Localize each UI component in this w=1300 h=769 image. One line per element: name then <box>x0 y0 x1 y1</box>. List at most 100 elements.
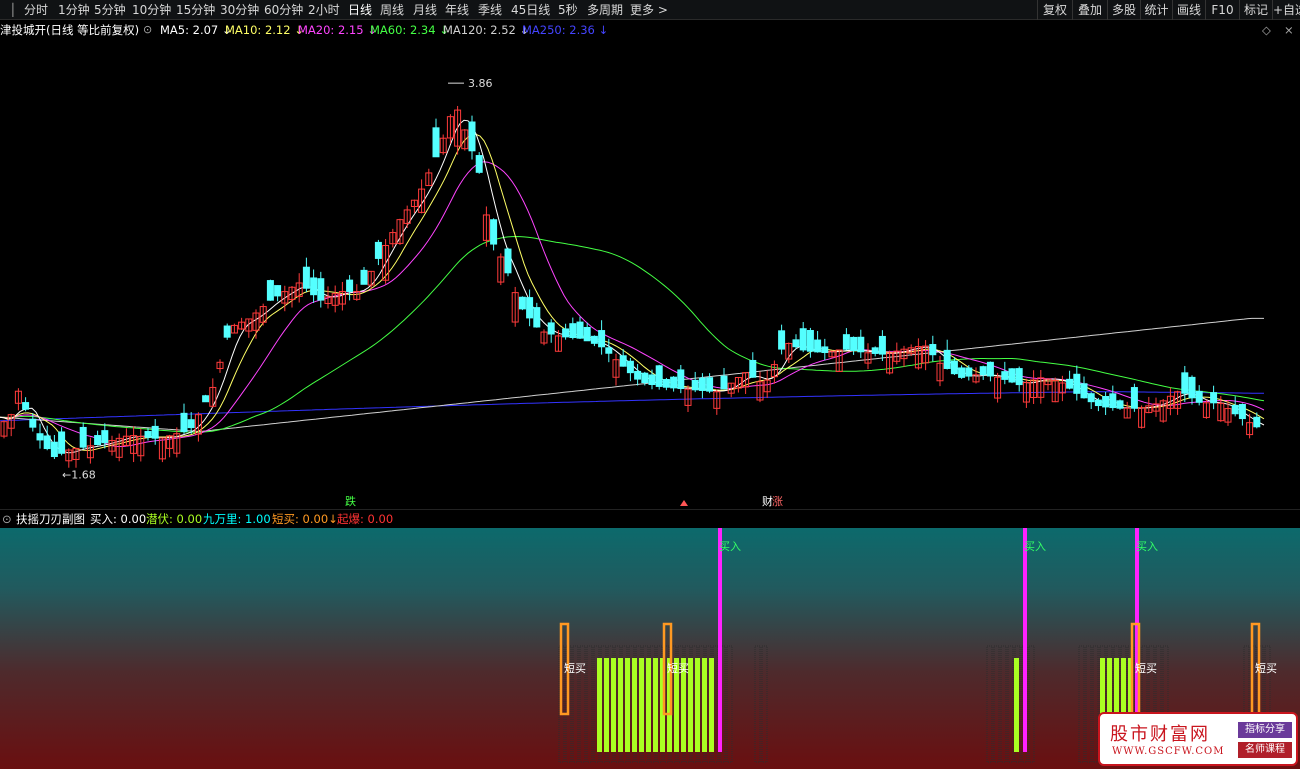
candle-down <box>547 322 555 335</box>
period-tab-9[interactable]: 周线 <box>380 2 404 18</box>
indicator-value: 潜伏: 0.00 <box>146 512 203 526</box>
toolbar-button-4[interactable]: 画线 <box>1172 0 1205 20</box>
indicator-value: 起爆: 0.00 <box>337 512 394 526</box>
candle-down <box>878 335 886 355</box>
period-tab-6[interactable]: 60分钟 <box>264 2 303 18</box>
ma-legend-item: MA60: 2.34 ↓ <box>370 23 449 37</box>
signal-dotted-bar <box>586 645 593 763</box>
candle-down <box>223 325 231 338</box>
candle-down <box>310 277 318 296</box>
buy-signal-line <box>1023 528 1027 752</box>
buy-signal-label: 买入 <box>1136 540 1158 553</box>
candle-down <box>821 346 829 354</box>
period-tab-10[interactable]: 月线 <box>413 2 437 18</box>
collapse-icon[interactable]: ⊙ <box>143 21 152 39</box>
candle-down <box>562 328 570 338</box>
toolbar-handle-icon: ▕ <box>4 3 14 17</box>
candle-down <box>576 321 584 339</box>
ma-legend-item: MA5: 2.07 ↓ <box>160 23 232 37</box>
candle-down <box>720 375 728 390</box>
period-tab-8[interactable]: 日线 <box>348 2 372 18</box>
candle-down <box>187 419 195 429</box>
candle-down <box>698 377 706 391</box>
indicator-value: 买入: 0.00 <box>90 512 147 526</box>
toolbar-button-6[interactable]: 标记 <box>1239 0 1272 20</box>
candle-down <box>1008 368 1016 383</box>
latent-bar <box>597 658 602 752</box>
candle-down <box>1188 376 1196 399</box>
period-tab-15[interactable]: 多周期 <box>587 2 623 18</box>
candle-down <box>850 336 858 351</box>
ma250-line <box>0 391 1265 422</box>
buy-signal-label: 买入 <box>1024 540 1046 553</box>
close-icon[interactable]: × <box>1284 21 1294 39</box>
toolbar-button-1[interactable]: 叠加 <box>1072 0 1107 20</box>
period-tab-11[interactable]: 年线 <box>445 2 469 18</box>
candle-down <box>979 366 987 376</box>
indicator-header: ⊙ 扶摇刀刃副图 买入: 0.00 潜伏: 0.00 九万里: 1.00 短买: 0.… <box>0 509 1300 528</box>
period-tab-7[interactable]: 2小时 <box>308 2 340 18</box>
marker-fall: 跌 <box>345 494 356 508</box>
period-tab-0[interactable]: 分时 <box>24 2 48 18</box>
candle-down <box>468 121 476 152</box>
period-tab-16[interactable]: 更多 > <box>630 2 668 18</box>
candle-down <box>151 425 159 439</box>
period-tab-13[interactable]: 45日线 <box>511 2 550 18</box>
stock-title: 津投城开(日线 等比前复权) <box>0 23 140 37</box>
candle-down <box>1015 368 1023 386</box>
ma-legend-item: MA120: 2.52 ↓ <box>443 23 530 37</box>
candle-down <box>569 323 577 339</box>
candle-down <box>274 285 282 297</box>
candle-down <box>986 361 994 377</box>
toolbar-button-3[interactable]: 统计 <box>1140 0 1172 20</box>
candle-down <box>792 339 800 348</box>
indicator-value: 九万里: 1.00 <box>203 512 271 526</box>
period-tab-5[interactable]: 30分钟 <box>220 2 259 18</box>
candle-down <box>943 349 951 369</box>
marker-rise: 涨 <box>772 495 783 508</box>
period-toolbar: 分时 1分钟 5分钟 10分钟 15分钟 30分钟 60分钟 2小时 日线 周线 月线 年线 季线 45日… <box>0 0 1300 20</box>
period-tab-12[interactable]: 季线 <box>478 2 502 18</box>
candle-down <box>1116 400 1124 409</box>
candle-down <box>1001 371 1009 380</box>
short-buy-label: 短买 <box>564 661 586 675</box>
indicator-collapse-icon[interactable]: ⊙ <box>2 510 12 529</box>
candle-down <box>374 241 382 259</box>
signal-dotted-bar <box>726 645 733 763</box>
candle-down <box>626 360 634 374</box>
latent-bar <box>604 658 609 752</box>
candle-down <box>360 269 368 285</box>
period-tab-1[interactable]: 1分钟 <box>58 2 90 18</box>
ma-legend-item: MA20: 2.15 ↓ <box>298 23 377 37</box>
marker-triangle-icon <box>680 500 688 506</box>
short-buy-label: 短买 <box>1255 661 1277 675</box>
toolbar-button-0[interactable]: 复权 <box>1037 0 1072 20</box>
period-tab-3[interactable]: 10分钟 <box>132 2 171 18</box>
toolbar-button-5[interactable]: F10 <box>1205 0 1239 20</box>
latent-bar <box>646 658 651 752</box>
ma-legend-item: MA250: 2.36 ↓ <box>522 23 609 37</box>
candle-down <box>43 435 51 450</box>
candle-down <box>648 374 656 385</box>
candle-down <box>29 418 37 428</box>
candle-down <box>662 379 670 388</box>
signal-dotted-bar <box>986 645 993 763</box>
candlestick-chart[interactable]: 3.86←1.68跌财涨 <box>0 38 1300 509</box>
toolbar-button-7[interactable]: +自选 <box>1272 0 1300 20</box>
candle-down <box>806 329 814 352</box>
toolbar-button-2[interactable]: 多股 <box>1107 0 1140 20</box>
period-tab-4[interactable]: 15分钟 <box>176 2 215 18</box>
candle-down <box>101 430 109 444</box>
latent-bar <box>1014 658 1019 752</box>
candle-down <box>814 339 822 353</box>
candle-down <box>655 365 663 387</box>
candle-down <box>1109 393 1117 409</box>
diamond-icon[interactable]: ◇ <box>1262 21 1271 39</box>
low-price-label: ←1.68 <box>62 469 96 482</box>
candle-down <box>1073 373 1081 394</box>
period-tab-14[interactable]: 5秒 <box>558 2 578 18</box>
period-tab-2[interactable]: 5分钟 <box>94 2 126 18</box>
candle-down <box>202 395 210 403</box>
ma-legend: 津投城开(日线 等比前复权) ⊙ MA5: 2.07 ↓ MA10: 2.12 ↓… <box>0 21 1300 39</box>
ma10-line <box>0 133 1265 451</box>
